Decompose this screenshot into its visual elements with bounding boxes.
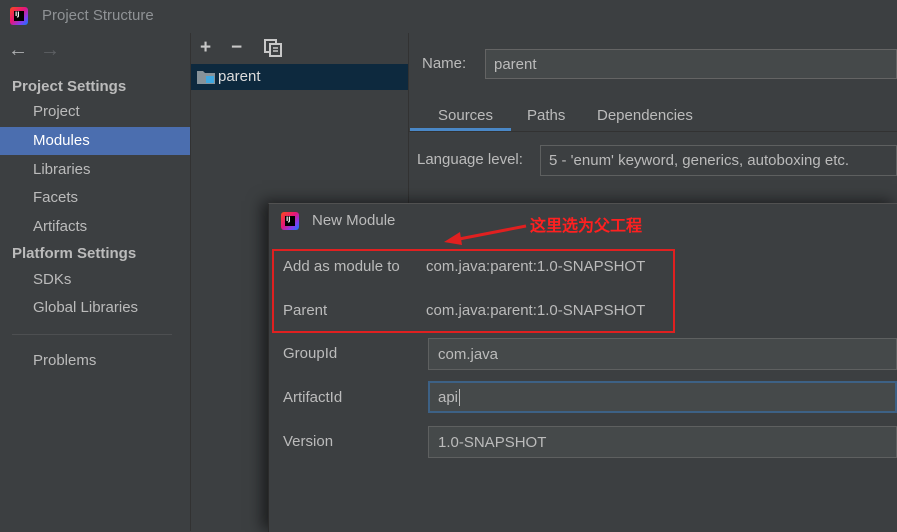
highlight-box [272,249,675,333]
tab-dependencies[interactable]: Dependencies [597,107,693,124]
back-arrow-icon[interactable]: ← [8,40,28,60]
version-input[interactable]: 1.0-SNAPSHOT [428,426,897,458]
group-id-input[interactable]: com.java [428,338,897,370]
version-value: 1.0-SNAPSHOT [438,433,547,451]
artifact-id-label: ArtifactId [283,389,343,406]
module-folder-icon [197,71,215,84]
sidebar-item-modules[interactable]: Modules [0,127,190,155]
sidebar-item-facets[interactable]: Facets [0,184,190,212]
platform-settings-header: Platform Settings [12,245,137,262]
text-caret [459,388,461,406]
module-tree-label: parent [218,68,261,85]
sidebar-item-global-libraries[interactable]: Global Libraries [0,294,190,322]
title-bar: IJ Project Structure [0,0,897,33]
add-module-button[interactable]: + [200,38,211,58]
tabs-divider [409,131,897,132]
annotation-text: 这里选为父工程 [530,216,643,235]
project-settings-header: Project Settings [12,78,127,95]
name-label: Name: [422,55,467,72]
sidebar-item-artifacts[interactable]: Artifacts [0,213,190,241]
sidebar-item-libraries[interactable]: Libraries [0,156,190,184]
group-id-label: GroupId [283,345,338,362]
group-id-value: com.java [438,345,499,363]
language-level-label: Language level: [417,151,523,168]
tab-sources[interactable]: Sources [438,107,493,124]
sidebar-item-sdks[interactable]: SDKs [0,266,190,294]
intellij-idea-icon: IJ [10,7,28,25]
artifact-id-input[interactable]: api [428,381,897,413]
intellij-idea-icon: IJ [281,212,299,230]
version-label: Version [283,433,334,450]
dialog-title: New Module [312,212,396,229]
artifact-id-value: api [438,388,459,406]
tab-paths[interactable]: Paths [527,107,565,124]
sidebar-divider [12,334,172,335]
language-level-select[interactable]: 5 - 'enum' keyword, generics, autoboxing… [540,145,897,176]
window-title: Project Structure [42,7,154,24]
name-input[interactable]: parent [485,49,897,79]
annotation-arrow-icon [444,224,527,245]
sidebar-item-project[interactable]: Project [0,98,190,126]
forward-arrow-icon[interactable]: → [40,40,60,60]
copy-icon[interactable] [264,39,282,57]
sidebar-item-problems[interactable]: Problems [0,347,190,375]
remove-module-button[interactable]: − [231,38,242,58]
